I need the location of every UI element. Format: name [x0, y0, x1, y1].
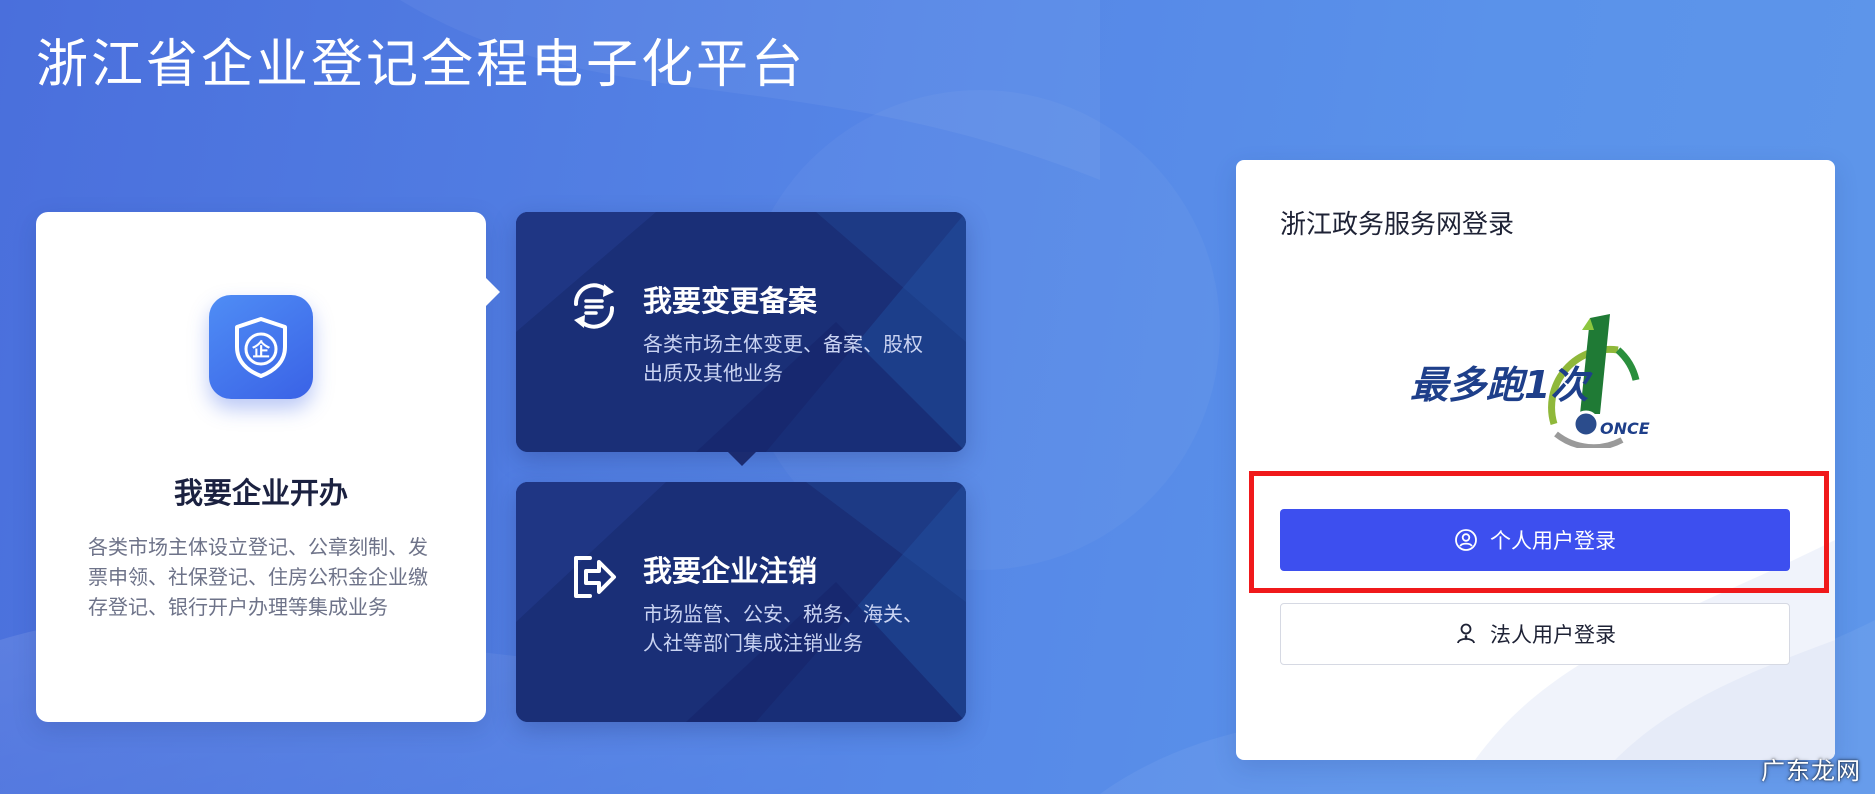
most-once-logo: 最多跑1次 ONCE [1410, 314, 1650, 448]
card-pointer [486, 278, 500, 306]
legal-person-login-label: 法人用户登录 [1490, 623, 1616, 647]
legal-person-login-button[interactable]: 法人用户登录 [1280, 603, 1790, 665]
card-enterprise-cancel[interactable]: 我要企业注销 市场监管、公安、税务、海关、人社等部门集成注销业务 [516, 482, 966, 722]
card-change-filing[interactable]: 我要变更备案 各类市场主体变更、备案、股权出质及其他业务 [516, 212, 966, 466]
enterprise-badge-icon: 企 [209, 295, 313, 399]
personal-login-label: 个人用户登录 [1490, 529, 1616, 553]
card-description: 市场监管、公安、税务、海关、人社等部门集成注销业务 [643, 602, 923, 655]
logo-text: 最多跑1次 [1410, 363, 1593, 407]
card-title: 我要企业注销 [643, 554, 818, 588]
card-enterprise-open[interactable]: 企 我要企业开办 各类市场主体设立登记、公章刻制、发票申领、社保登记、住房公积金… [36, 212, 500, 722]
card-description: 各类市场主体设立登记、公章刻制、发票申领、社保登记、住房公积金企业缴存登记、银行… [88, 535, 428, 619]
card-description: 各类市场主体变更、备案、股权出质及其他业务 [643, 332, 923, 385]
legal-person-icon [1457, 623, 1475, 644]
refresh-list-icon [573, 283, 615, 329]
page-title: 浙江省企业登记全程电子化平台 [36, 35, 807, 95]
card-title: 我要企业开办 [173, 476, 348, 510]
watermark: 广东龙网 [1761, 757, 1861, 785]
user-circle-icon [1455, 529, 1477, 551]
personal-login-button[interactable]: 个人用户登录 [1280, 509, 1790, 571]
card-title: 我要变更备案 [643, 284, 818, 318]
card-pointer [728, 452, 756, 466]
login-title: 浙江政务服务网登录 [1280, 210, 1515, 240]
logo-subtext: ONCE [1600, 419, 1650, 438]
exit-arrow-icon [574, 556, 616, 598]
badge-char: 企 [251, 339, 271, 361]
login-panel: 浙江政务服务网登录 最多跑1次 ONCE 个人用户登录 法人用户登录 [1236, 160, 1835, 760]
